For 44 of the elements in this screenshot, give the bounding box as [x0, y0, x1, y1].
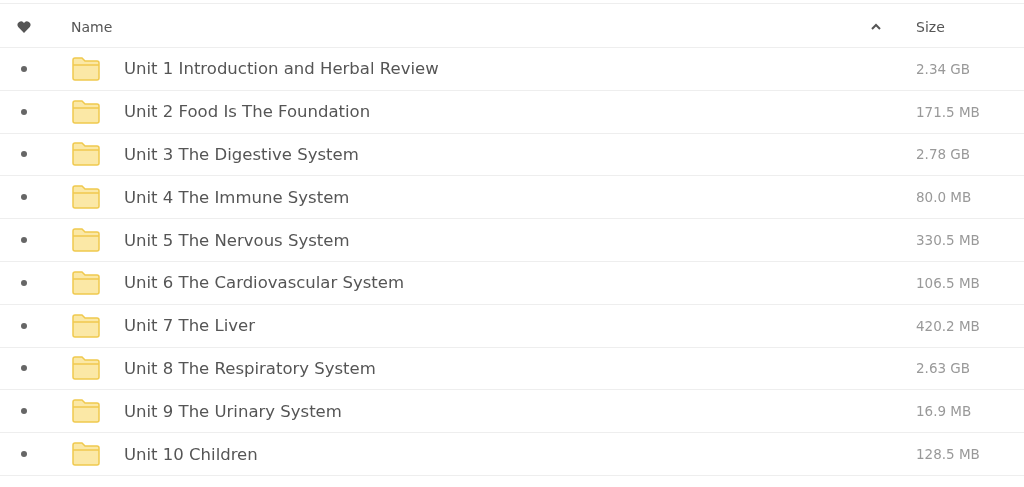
- folder-name[interactable]: Unit 9 The Urinary System: [124, 401, 916, 421]
- bullet-icon: [21, 322, 27, 329]
- folder-name[interactable]: Unit 7 The Liver: [124, 316, 916, 336]
- folder-name[interactable]: Unit 5 The Nervous System: [124, 230, 916, 250]
- file-size: 2.63 GB: [916, 360, 972, 377]
- bullet-icon: [21, 108, 27, 115]
- folder-name[interactable]: Unit 10 Children: [124, 444, 916, 464]
- bullet-icon: [21, 151, 27, 158]
- file-size: 2.78 GB: [916, 146, 972, 163]
- folder-name[interactable]: Unit 6 The Cardiovascular System: [124, 273, 916, 293]
- folder-icon: [72, 56, 100, 81]
- folder-name[interactable]: Unit 1 Introduction and Herbal Review: [124, 59, 916, 79]
- bullet-icon: [21, 451, 27, 458]
- folder-name[interactable]: Unit 8 The Respiratory System: [124, 358, 916, 378]
- folder-icon: [72, 142, 100, 167]
- folder-icon: [72, 399, 100, 424]
- folder-icon: [72, 442, 100, 467]
- column-header[interactable]: Name: [71, 18, 113, 35]
- folder-icon: [72, 99, 100, 124]
- heart-icon[interactable]: [17, 20, 31, 33]
- folder-icon: [72, 185, 100, 210]
- file-size: 80.0 MB: [916, 189, 973, 206]
- folder-icon: [72, 270, 100, 295]
- folder-icon: [72, 228, 100, 253]
- folder-icon: [72, 356, 100, 381]
- file-size: 16.9 MB: [916, 403, 973, 420]
- file-size: 171.5 MB: [916, 103, 981, 120]
- bullet-icon: [21, 408, 27, 415]
- folder-name[interactable]: Unit 4 The Immune System: [124, 187, 916, 207]
- bullet-icon: [21, 65, 27, 72]
- bullet-icon: [21, 237, 27, 244]
- file-size: 106.5 MB: [916, 274, 981, 291]
- bullet-icon: [21, 365, 27, 372]
- bullet-icon: [21, 279, 27, 286]
- bullet-icon: [21, 194, 27, 201]
- sort-caret-icon[interactable]: [870, 21, 882, 32]
- file-size: 2.34 GB: [916, 60, 972, 77]
- file-size: 330.5 MB: [916, 232, 981, 249]
- column-header[interactable]: Size: [916, 18, 1024, 35]
- folder-icon: [72, 313, 100, 338]
- folder-name[interactable]: Unit 2 Food Is The Foundation: [124, 102, 916, 122]
- file-size: 420.2 MB: [916, 317, 981, 334]
- folder-name[interactable]: Unit 3 The Digestive System: [124, 145, 916, 164]
- file-size: 128.5 MB: [916, 446, 981, 463]
